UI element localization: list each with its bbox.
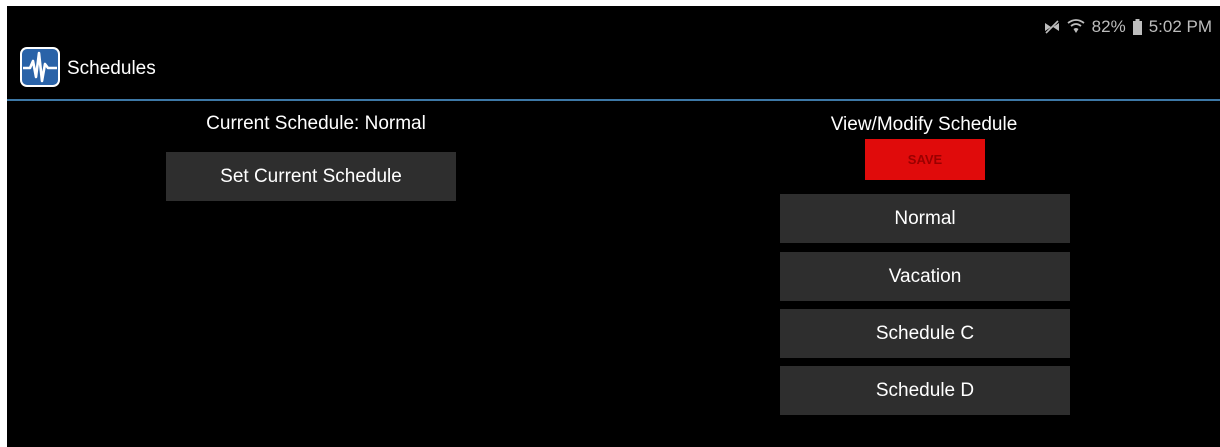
view-modify-schedule-heading: View/Modify Schedule [830,114,1018,135]
status-bar: 82% 5:02 PM [1044,12,1212,42]
app-title: Schedules [67,58,156,79]
battery-icon [1132,19,1142,35]
status-time: 5:02 PM [1148,17,1212,36]
schedule-normal-button[interactable]: Normal [780,194,1070,243]
app-window: 82% 5:02 PM Schedules Current Schedule: … [7,6,1220,447]
mute-icon [1044,20,1060,34]
pulse-wave-logo-icon [20,47,60,87]
battery-percent: 82% [1091,17,1126,36]
schedule-d-button[interactable]: Schedule D [780,366,1070,415]
save-button[interactable]: SAVE [865,139,985,180]
wifi-icon [1067,19,1085,35]
set-current-schedule-button[interactable]: Set Current Schedule [166,152,456,201]
app-bar-divider [7,99,1220,101]
schedule-vacation-button[interactable]: Vacation [780,252,1070,301]
schedule-c-button[interactable]: Schedule C [780,309,1070,358]
current-schedule-label: Current Schedule: Normal [206,113,426,134]
